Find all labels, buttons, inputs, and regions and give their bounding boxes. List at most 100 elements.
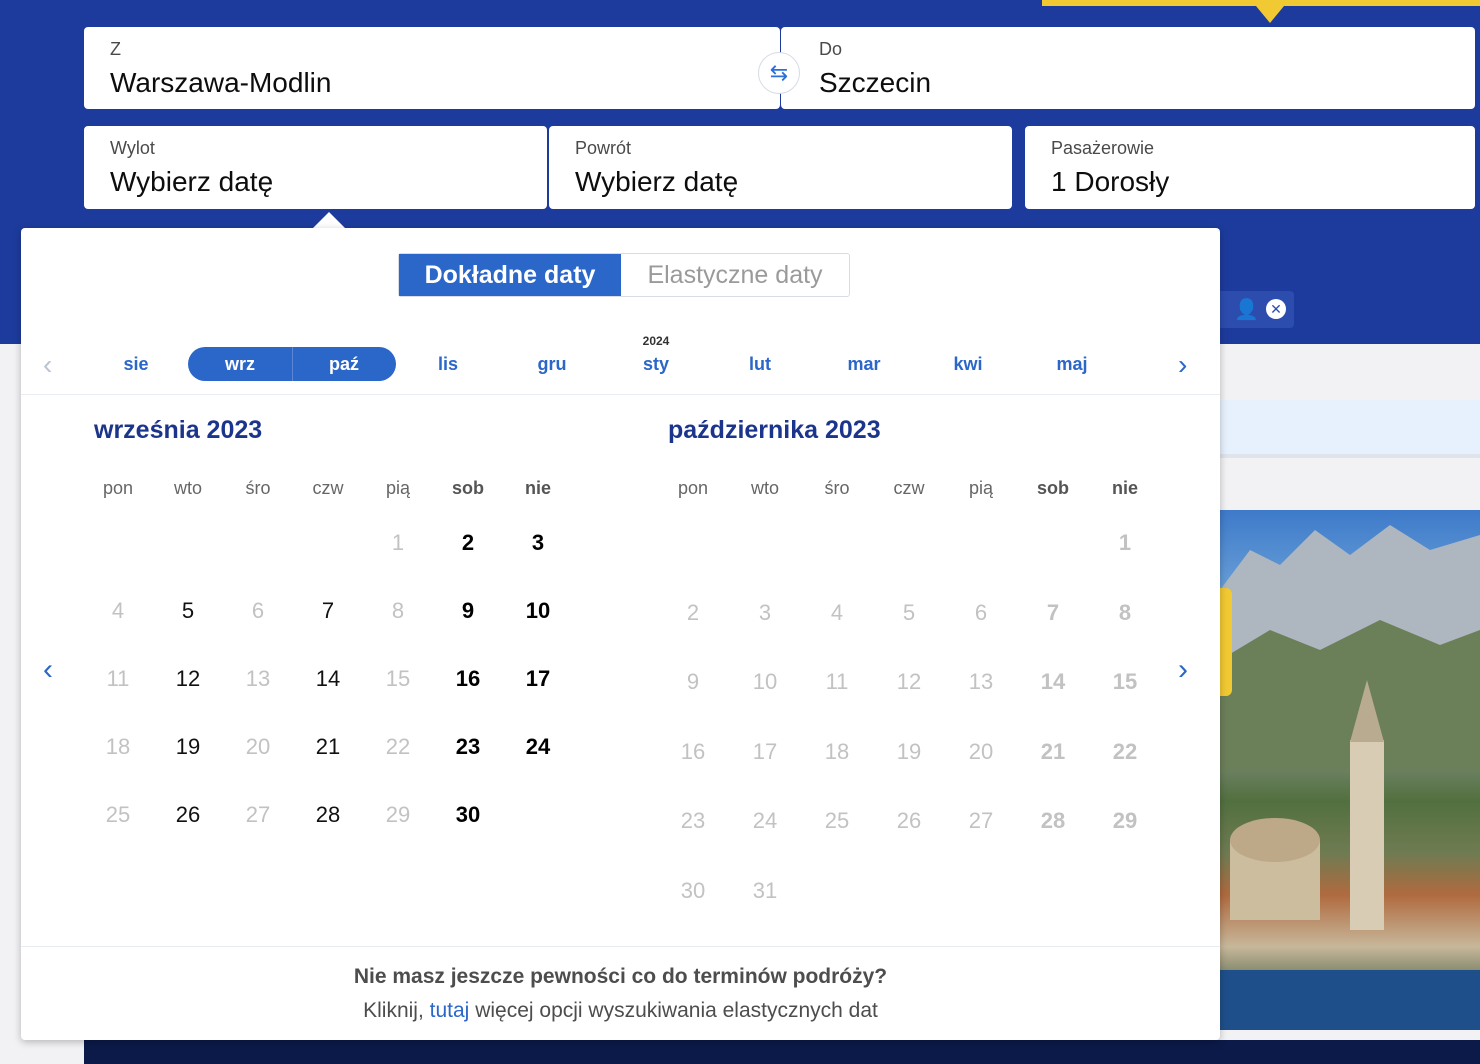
weekday-header: pią bbox=[968, 478, 994, 498]
weekday-header: czw bbox=[312, 478, 344, 498]
pill-divider bbox=[292, 347, 293, 381]
chevron-right-icon[interactable]: › bbox=[1178, 349, 1187, 381]
from-label: Z bbox=[110, 39, 121, 59]
chevron-left-icon[interactable]: ‹ bbox=[43, 349, 52, 381]
calendar-day: 6 bbox=[974, 599, 988, 625]
month-item[interactable]: kwi bbox=[933, 354, 1003, 375]
depart-date-field[interactable]: Wylot Wybierz datę bbox=[84, 126, 547, 209]
calendar-day: 4 bbox=[111, 598, 125, 623]
calendar-day[interactable]: 10 bbox=[508, 598, 568, 624]
close-circle-icon[interactable]: ✕ bbox=[1266, 299, 1286, 319]
calendar-day[interactable]: 2 bbox=[438, 530, 498, 556]
calendar-day: 21 bbox=[1040, 738, 1066, 764]
weekday-header: sob bbox=[451, 478, 484, 498]
return-value: Wybierz datę bbox=[575, 166, 739, 197]
calendar-day: 19 bbox=[896, 738, 922, 764]
calendar-day[interactable]: 21 bbox=[298, 734, 358, 760]
calendar-day[interactable]: 23 bbox=[438, 734, 498, 760]
calendar-day[interactable]: 30 bbox=[438, 802, 498, 828]
calendar-day: 18 bbox=[105, 734, 131, 759]
footer-text-after: więcej opcji wyszukiwania elastycznych d… bbox=[475, 999, 878, 1022]
passengers-field[interactable]: Pasażerowie 1 Dorosły bbox=[1025, 126, 1475, 209]
calendar-day: 15 bbox=[1112, 669, 1138, 694]
weekday-header: sob bbox=[1036, 478, 1069, 498]
to-label: Do bbox=[819, 39, 843, 59]
calendar-day: 9 bbox=[686, 669, 700, 694]
calendar-day: 28 bbox=[1040, 808, 1066, 833]
to-field[interactable]: Do Szczecin bbox=[781, 27, 1475, 109]
calendar-day[interactable]: 3 bbox=[508, 530, 568, 556]
month-item[interactable]: maj bbox=[1037, 354, 1107, 375]
calendar-day: 20 bbox=[968, 738, 994, 764]
month-item[interactable]: sie bbox=[101, 354, 171, 375]
swap-arrows-icon[interactable]: ⇆ bbox=[758, 52, 800, 94]
weekday-header: pon bbox=[102, 478, 134, 498]
chevron-left-icon[interactable]: ‹ bbox=[43, 653, 53, 687]
date-picker-panel: Dokładne daty Elastyczne daty ‹ 2024 sie… bbox=[21, 228, 1220, 1040]
date-mode-toggle: Dokładne daty Elastyczne daty bbox=[398, 253, 850, 297]
calendar-day: 11 bbox=[825, 669, 849, 694]
month-item[interactable]: lut bbox=[725, 354, 795, 375]
calendar-day: 13 bbox=[245, 666, 271, 691]
bottom-banner bbox=[84, 1040, 1480, 1064]
calendar-day: 2 bbox=[686, 599, 700, 625]
info-strip bbox=[1220, 400, 1480, 458]
calendar-day: 1 bbox=[391, 530, 405, 555]
footer-text-before: Kliknij, bbox=[363, 999, 424, 1022]
calendar-day: 27 bbox=[968, 808, 994, 833]
weekday-header: wto bbox=[750, 478, 779, 498]
month-strip: ‹ 2024 sie wrz paź lis gru sty lut mar k… bbox=[21, 323, 1220, 395]
weekday-header: czw bbox=[893, 478, 925, 498]
calendar-day: 10 bbox=[752, 669, 778, 694]
calendar-day: 22 bbox=[385, 734, 411, 759]
calendar-day[interactable]: 9 bbox=[438, 598, 498, 624]
calendar-day: 24 bbox=[752, 808, 778, 833]
calendar-day: 18 bbox=[824, 738, 850, 764]
calendar-day[interactable]: 12 bbox=[158, 666, 218, 692]
calendar-day[interactable]: 17 bbox=[508, 666, 568, 692]
weekday-header: nie bbox=[1111, 478, 1138, 498]
month-item[interactable]: mar bbox=[829, 354, 899, 375]
calendar-day[interactable]: 26 bbox=[158, 802, 218, 828]
month-item[interactable]: wrz bbox=[205, 354, 275, 375]
calendar-title-october: października 2023 bbox=[668, 416, 881, 444]
calendar-day: 8 bbox=[1118, 599, 1132, 625]
calendar-day: 23 bbox=[680, 808, 706, 833]
tab-flexible-dates[interactable]: Elastyczne daty bbox=[621, 254, 849, 296]
calendar-day[interactable]: 19 bbox=[158, 734, 218, 760]
calendar-day[interactable]: 16 bbox=[438, 666, 498, 692]
calendar-day[interactable]: 28 bbox=[298, 802, 358, 828]
calendar-day: 4 bbox=[830, 599, 844, 625]
weekday-header: nie bbox=[524, 478, 551, 498]
calendar-day: 25 bbox=[824, 808, 850, 833]
calendar-day: 25 bbox=[105, 802, 131, 827]
calendar-day: 14 bbox=[1040, 669, 1066, 694]
calendar-day: 17 bbox=[752, 738, 778, 764]
calendar-day: 26 bbox=[896, 808, 922, 833]
calendar-day[interactable]: 24 bbox=[508, 734, 568, 760]
flexible-dates-link[interactable]: tutaj bbox=[430, 999, 470, 1022]
tab-exact-dates[interactable]: Dokładne daty bbox=[399, 254, 621, 296]
calendar-day: 29 bbox=[1112, 808, 1138, 833]
promo-image[interactable] bbox=[1220, 510, 1480, 1030]
chevron-right-icon[interactable]: › bbox=[1178, 653, 1188, 687]
depart-label: Wylot bbox=[110, 138, 155, 158]
calendar-day: 3 bbox=[758, 599, 772, 625]
picker-footer: Nie masz jeszcze pewności co do terminów… bbox=[21, 946, 1220, 1041]
return-date-field[interactable]: Powrót Wybierz datę bbox=[549, 126, 1012, 209]
person-icon: 👤 bbox=[1234, 299, 1259, 321]
calendar-day[interactable]: 5 bbox=[158, 598, 218, 624]
weekday-header: śro bbox=[824, 478, 850, 498]
calendar-day: 13 bbox=[968, 669, 994, 694]
calendar-day[interactable]: 14 bbox=[298, 666, 358, 692]
return-label: Powrót bbox=[575, 138, 632, 158]
from-field[interactable]: Z Warszawa-Modlin bbox=[84, 27, 780, 109]
month-item[interactable]: sty bbox=[621, 354, 691, 375]
month-item[interactable]: lis bbox=[413, 354, 483, 375]
month-item[interactable]: paź bbox=[309, 354, 379, 375]
calendar-day[interactable]: 7 bbox=[298, 598, 358, 624]
weekday-header: śro bbox=[245, 478, 271, 498]
calendar-day: 12 bbox=[896, 669, 922, 694]
month-item[interactable]: gru bbox=[517, 354, 587, 375]
depart-value: Wybierz datę bbox=[110, 166, 274, 197]
